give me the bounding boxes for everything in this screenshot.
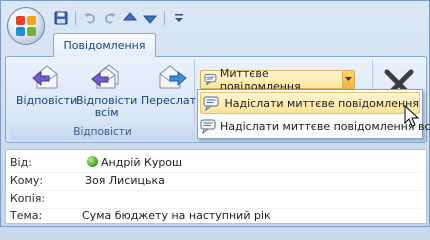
- speech-bubble-icon: [204, 73, 217, 86]
- menu-item-send-im-all[interactable]: Надіслати миттєве повідомлення всім: [200, 115, 430, 137]
- mouse-cursor-icon: [404, 105, 420, 127]
- up-arrow-icon[interactable]: [122, 10, 138, 26]
- window: Повідомлення Відповісти Відповісти всім …: [0, 0, 430, 227]
- subject-value: Сума бюджету на наступний рік: [82, 209, 271, 222]
- to-value[interactable]: Зоя Лисицька: [85, 174, 165, 187]
- redo-icon[interactable]: [102, 10, 118, 26]
- subject-label: Тема:: [10, 209, 43, 222]
- menu-item-label: Надіслати миттєве повідомлення: [224, 96, 420, 110]
- message-header: Від: Андрій Курош Кому: Зоя Лисицька Коп…: [5, 149, 427, 224]
- save-icon[interactable]: [53, 10, 69, 26]
- chevron-down-icon[interactable]: [341, 71, 354, 88]
- separator: [75, 11, 76, 25]
- menu-item-send-im[interactable]: Надіслати миттєве повідомлення: [200, 92, 420, 114]
- presence-icon: [87, 156, 98, 167]
- from-name: Андрій Курош: [101, 156, 183, 169]
- reply-label: Відповісти: [16, 94, 78, 107]
- office-button[interactable]: [7, 7, 45, 45]
- speech-bubble-icon: [203, 96, 219, 111]
- reply-all-label-line2: всім: [94, 106, 119, 119]
- office-logo-icon: [16, 16, 36, 36]
- reply-icon: [31, 65, 58, 89]
- instant-message-menu: Надіслати миттєве повідомлення Надіслати…: [197, 89, 430, 139]
- tab-message[interactable]: Повідомлення: [53, 33, 156, 57]
- separator: [164, 11, 165, 25]
- from-label: Від:: [10, 156, 32, 169]
- undo-icon[interactable]: [82, 10, 98, 26]
- instant-message-dropdown[interactable]: Миттєве повідомлення: [200, 67, 355, 93]
- down-arrow-icon[interactable]: [142, 10, 158, 26]
- quick-access-toolbar: [53, 9, 187, 27]
- menu-item-label: Надіслати миттєве повідомлення всім: [220, 119, 430, 133]
- forward-icon: [159, 65, 187, 89]
- respond-group-label: Відповісти: [10, 126, 195, 140]
- forward-button[interactable]: Переслати: [141, 62, 203, 107]
- speech-bubble-icon: [200, 119, 216, 134]
- reply-all-icon: [90, 64, 119, 89]
- forward-label: Переслати: [141, 94, 204, 107]
- cc-label: Копія:: [10, 192, 46, 205]
- customize-icon[interactable]: [171, 10, 187, 26]
- reply-all-button[interactable]: Відповісти всім: [76, 62, 137, 119]
- divider: [10, 190, 422, 191]
- divider: [10, 172, 422, 173]
- to-label: Кому:: [10, 174, 44, 187]
- respond-group: Відповісти Відповісти всім Переслати Від…: [10, 60, 203, 140]
- from-value[interactable]: Андрій Курош: [87, 156, 182, 169]
- reply-button[interactable]: Відповісти: [16, 62, 77, 107]
